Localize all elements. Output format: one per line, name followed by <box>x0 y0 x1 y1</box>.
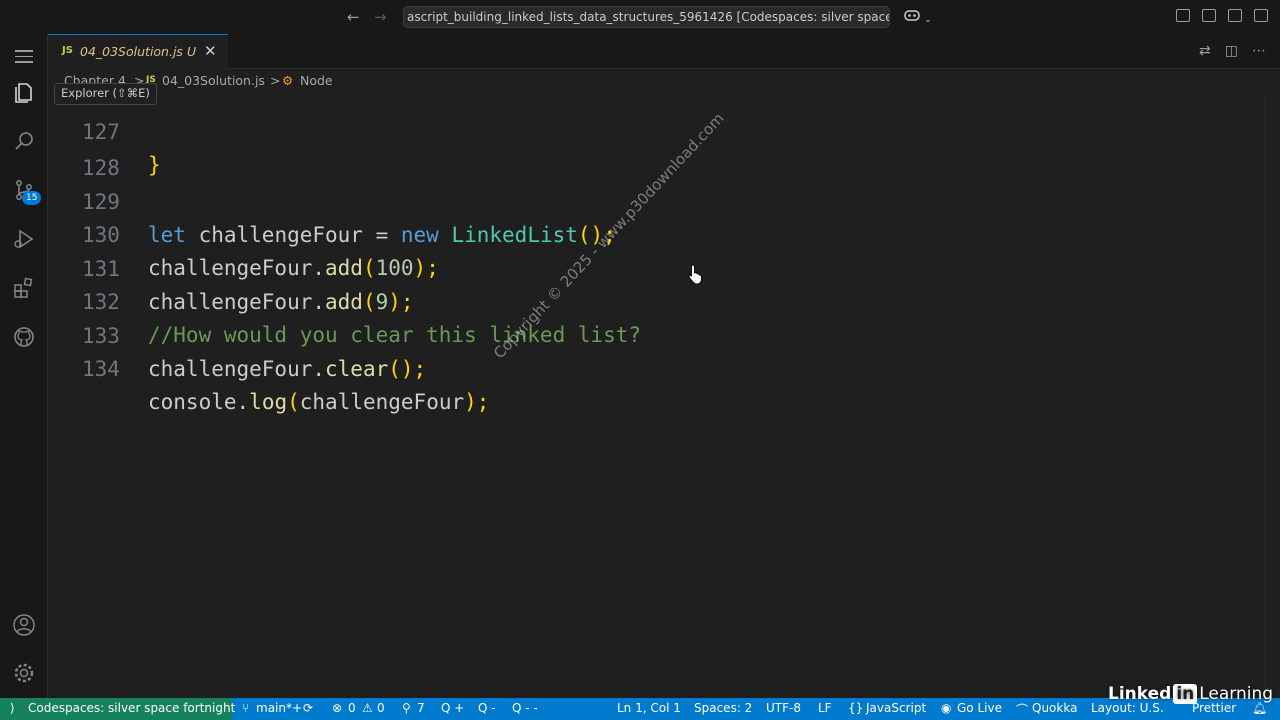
editor-scrollbar[interactable] <box>1265 93 1266 698</box>
toggle-secondary-sidebar-icon[interactable] <box>1254 9 1268 22</box>
error-count[interactable]: 0 <box>348 701 356 715</box>
menu-icon[interactable] <box>15 50 33 67</box>
breadcrumb: Chapter 4 > JS 04_03Solution.js > ⚙ Node <box>48 69 1280 93</box>
editor-tab-bar: JS 04_03Solution.js U ✕ ⇄ ◫ ⋯ <box>48 34 1280 69</box>
tab-04-03solution[interactable]: JS 04_03Solution.js U ✕ <box>48 34 228 69</box>
quokka-q-minus[interactable]: Q - <box>478 701 496 715</box>
go-live[interactable]: Go Live <box>957 701 1002 715</box>
broadcast-icon: ◉ <box>941 701 952 715</box>
tab-label: 04_03Solution.js U <box>80 44 197 59</box>
close-icon[interactable]: ✕ <box>204 42 217 60</box>
chevron-down-icon[interactable]: ⌄ <box>924 15 932 25</box>
more-actions-icon[interactable]: ⋯ <box>1252 43 1266 59</box>
explorer-icon[interactable] <box>12 81 36 105</box>
cursor-position[interactable]: Ln 1, Col 1 <box>617 701 681 715</box>
warning-count[interactable]: 0 <box>377 701 385 715</box>
arrow-left-icon[interactable]: ← <box>347 8 360 26</box>
language-mode[interactable]: JavaScript <box>866 701 926 715</box>
code-line: 131 challengeFour.add(9); <box>48 220 1248 314</box>
error-icon: ⊗ <box>332 701 343 715</box>
run-debug-icon[interactable] <box>12 227 36 251</box>
encoding[interactable]: UTF-8 <box>766 701 801 715</box>
explorer-tooltip: Explorer (⇧⌘E) <box>54 83 157 105</box>
breadcrumb-symbol[interactable]: Node <box>300 73 333 88</box>
search-icon[interactable] <box>12 129 36 153</box>
ports-icon: ⚲ <box>402 701 411 715</box>
indentation[interactable]: Spaces: 2 <box>694 701 752 715</box>
ports-count[interactable]: 7 <box>417 701 425 715</box>
end-of-line[interactable]: LF <box>818 701 832 715</box>
arrow-right-icon[interactable]: → <box>374 8 387 26</box>
warning-icon: ⚠ <box>362 701 373 715</box>
status-bar: ⟩ Codespaces: silver space fortnight ⑂ m… <box>0 698 1280 720</box>
quokka-q-plus[interactable]: Q + <box>441 701 464 715</box>
quokka-q-minus-minus[interactable]: Q - - <box>512 701 538 715</box>
mouse-cursor-icon <box>688 264 704 288</box>
remote-icon: ⟩ <box>10 701 15 715</box>
code-line: 128 <box>48 119 1248 180</box>
scm-badge: 15 <box>22 191 42 205</box>
javascript-file-icon: JS <box>62 45 73 56</box>
customize-layout-icon[interactable] <box>1176 9 1190 22</box>
open-changes-icon[interactable]: ⇄ <box>1199 43 1211 59</box>
split-editor-icon[interactable]: ◫ <box>1225 43 1238 59</box>
quokka[interactable]: Quokka <box>1032 701 1077 715</box>
title-bar: ← → ascript_building_linked_lists_data_s… <box>0 0 1280 34</box>
code-line: 127 } <box>82 120 161 177</box>
editor-actions: ⇄ ◫ ⋯ <box>1199 43 1266 59</box>
settings-gear-icon[interactable] <box>12 661 36 685</box>
symbol-class-icon: ⚙ <box>282 73 294 88</box>
toggle-panel-icon[interactable] <box>1228 9 1242 22</box>
sync-icon[interactable]: ⟳ <box>303 701 313 715</box>
remote-indicator[interactable]: ⟩ Codespaces: silver space fortnight <box>0 698 235 720</box>
activity-bar: 15 <box>0 34 48 698</box>
branch-status[interactable]: main*+ <box>256 701 302 715</box>
extensions-icon[interactable] <box>12 276 36 300</box>
breadcrumb-file[interactable]: 04_03Solution.js <box>162 73 265 88</box>
accounts-icon[interactable] <box>12 613 36 637</box>
breadcrumb-separator: > <box>270 73 281 88</box>
layout-controls <box>1176 9 1268 22</box>
line-number: 134 <box>82 357 120 381</box>
quokka-icon: ⌒ <box>1016 703 1029 717</box>
code-line: 133 challengeFour.clear(); <box>48 287 1248 381</box>
github-icon[interactable] <box>12 325 36 349</box>
copilot-icon[interactable]: ⌄ <box>904 8 932 26</box>
code-line: 132 //How would you clear this linked li… <box>48 253 1248 347</box>
toggle-primary-sidebar-icon[interactable] <box>1202 9 1216 22</box>
git-branch-icon: ⑂ <box>242 701 250 715</box>
command-center[interactable]: ascript_building_linked_lists_data_struc… <box>403 6 890 28</box>
braces-icon: {} <box>848 701 864 715</box>
linkedin-learning-logo: Linked in Learning <box>1108 684 1274 704</box>
code-line: 134 console.log(challengeFour); <box>48 320 1248 414</box>
